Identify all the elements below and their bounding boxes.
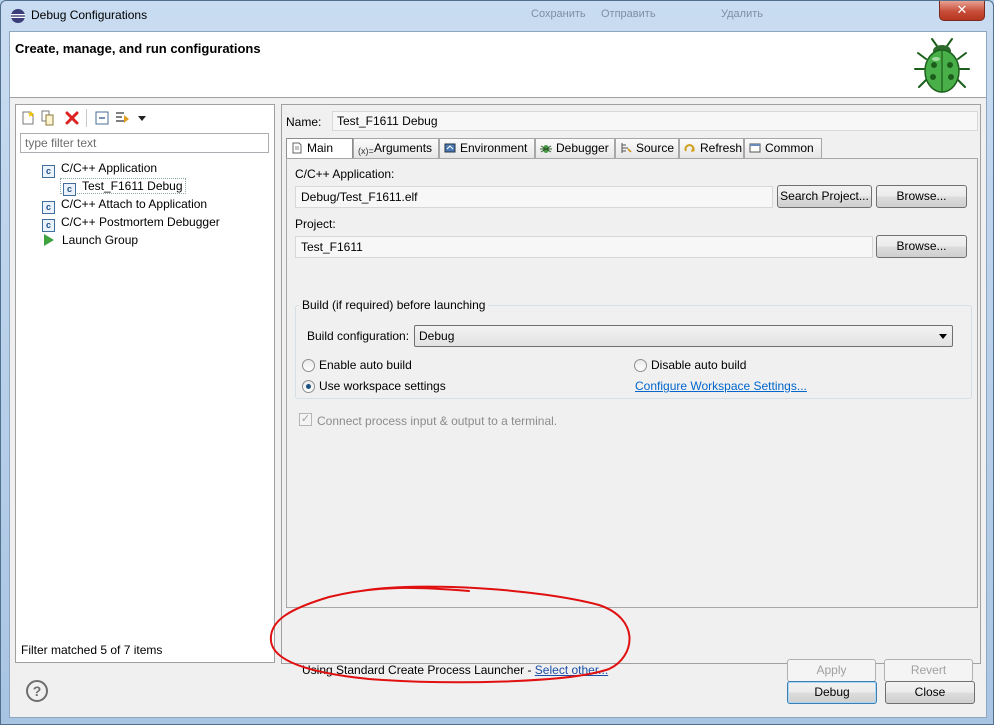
dialog-header: Create, manage, and run configurations — [10, 32, 986, 98]
build-configuration-value: Debug — [419, 329, 455, 343]
tab-debugger[interactable]: Debugger — [535, 138, 615, 158]
source-icon — [621, 143, 632, 153]
common-icon — [749, 143, 761, 153]
tab-arguments[interactable]: (x)=Arguments — [353, 138, 439, 158]
toolbar-separator — [86, 109, 87, 127]
enable-auto-build-label[interactable]: Enable auto build — [319, 358, 412, 372]
main-tab-icon — [292, 142, 302, 154]
close-button[interactable]: Close — [885, 681, 975, 704]
tree-item-test-f1611-debug[interactable]: c Test_F1611 Debug — [60, 177, 186, 196]
window-close-button[interactable]: ✕ — [939, 1, 985, 21]
background-window-hint: Отправить — [601, 8, 656, 20]
filter-status-text: Filter matched 5 of 7 items — [21, 643, 163, 657]
tab-main[interactable]: Main — [286, 138, 353, 159]
collapse-all-icon[interactable] — [94, 110, 110, 126]
title-bar: Debug Configurations Сохранить Отправить… — [1, 1, 994, 31]
apply-button[interactable]: Apply — [787, 659, 876, 682]
tab-environment[interactable]: Environment — [439, 138, 535, 158]
help-icon[interactable]: ? — [26, 680, 48, 702]
annotation-ellipse — [269, 585, 631, 684]
browse-application-button[interactable]: Browse... — [876, 185, 967, 208]
background-window-hint: Удалить — [721, 8, 763, 20]
filter-input[interactable]: type filter text — [20, 133, 269, 153]
window-title: Debug Configurations — [31, 8, 148, 22]
disable-auto-build-label[interactable]: Disable auto build — [651, 358, 746, 372]
disable-auto-build-radio[interactable] — [634, 359, 647, 372]
tab-label: Main — [307, 141, 334, 155]
enable-auto-build-radio[interactable] — [302, 359, 315, 372]
configuration-editor-pane: Name: Test_F1611 Debug Main (x)=Argument… — [281, 104, 981, 682]
debugger-icon — [540, 145, 552, 153]
tree-item-attach-to-application[interactable]: c C/C++ Attach to Application — [42, 195, 208, 214]
build-group-title: Build (if required) before launching — [299, 298, 489, 312]
tree-item-c-cpp-application[interactable]: c C/C++ Application — [42, 159, 158, 178]
dialog-window: Debug Configurations Сохранить Отправить… — [0, 0, 994, 725]
tab-source[interactable]: Source — [615, 138, 679, 158]
revert-button[interactable]: Revert — [884, 659, 973, 682]
duplicate-icon[interactable] — [40, 110, 56, 126]
browse-project-button[interactable]: Browse... — [876, 235, 967, 258]
c-app-icon: c — [42, 165, 55, 178]
use-workspace-settings-label[interactable]: Use workspace settings — [319, 379, 446, 393]
debug-button[interactable]: Debug — [787, 681, 877, 704]
delete-icon[interactable] — [64, 110, 80, 126]
tab-label: Common — [765, 141, 814, 155]
tab-refresh[interactable]: Refresh — [679, 138, 744, 158]
connect-terminal-label: Connect process input & output to a term… — [317, 414, 558, 428]
project-input[interactable]: Test_F1611 — [295, 236, 873, 258]
tree-item-label: Launch Group — [62, 233, 139, 247]
debug-bug-icon — [914, 38, 970, 93]
build-configuration-label: Build configuration: — [307, 329, 410, 343]
tab-label: Debugger — [556, 141, 609, 155]
filter-icon[interactable] — [114, 110, 130, 126]
main-tab-panel: C/C++ Application: Debug/Test_F1611.elf … — [286, 158, 978, 608]
project-label: Project: — [295, 217, 336, 231]
view-menu-chevron-icon[interactable] — [134, 110, 150, 126]
configuration-tree-pane: type filter text c C/C++ Application c Tes… — [15, 104, 275, 663]
application-label: C/C++ Application: — [295, 167, 395, 181]
name-label: Name: — [286, 115, 322, 129]
use-workspace-settings-radio[interactable] — [302, 380, 315, 393]
tab-common[interactable]: Common — [744, 138, 822, 158]
tree-toolbar — [16, 105, 274, 129]
tree-item-label: Test_F1611 Debug — [82, 179, 183, 193]
application-path-input[interactable]: Debug/Test_F1611.elf — [295, 186, 773, 208]
arguments-icon: (x)= — [358, 146, 374, 156]
refresh-icon — [684, 144, 695, 152]
chevron-down-icon — [939, 334, 947, 339]
background-window-hint: Сохранить — [531, 8, 586, 20]
launch-group-icon — [44, 234, 54, 246]
build-configuration-select[interactable]: Debug — [414, 325, 953, 347]
configuration-name-input[interactable]: Test_F1611 Debug — [332, 111, 978, 131]
close-icon: ✕ — [956, 2, 968, 17]
header-title: Create, manage, and run configurations — [15, 41, 261, 56]
environment-icon — [444, 143, 456, 153]
new-configuration-icon[interactable] — [20, 110, 36, 126]
search-project-button[interactable]: Search Project... — [777, 185, 872, 208]
tab-label: Arguments — [374, 141, 433, 155]
tree-item-label: C/C++ Application — [61, 161, 158, 175]
tab-label: Refresh — [700, 141, 743, 155]
tree-item-label: C/C++ Attach to Application — [61, 197, 208, 211]
tab-label: Source — [636, 141, 675, 155]
tree-item-label: C/C++ Postmortem Debugger — [61, 215, 220, 229]
eclipse-icon — [11, 9, 25, 23]
tab-label: Environment — [460, 141, 528, 155]
tree-item-launch-group[interactable]: Launch Group — [42, 231, 138, 249]
configure-workspace-settings-link[interactable]: Configure Workspace Settings... — [635, 379, 807, 393]
connect-terminal-checkbox[interactable]: ✓ — [299, 413, 312, 426]
tree-item-postmortem-debugger[interactable]: c C/C++ Postmortem Debugger — [42, 213, 220, 232]
